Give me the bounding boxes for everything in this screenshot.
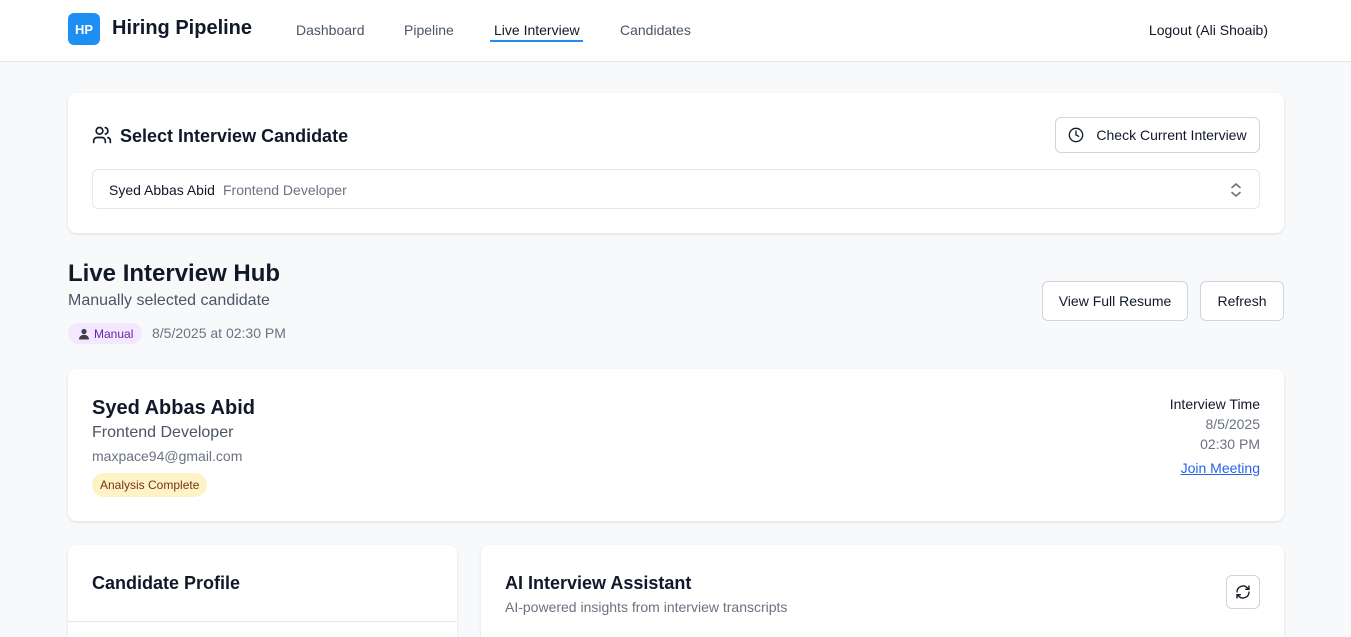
person-icon [79,328,89,339]
manual-badge-label: Manual [94,326,134,341]
app-title[interactable]: Hiring Pipeline [112,17,252,40]
candidate-info-card: Syed Abbas Abid Frontend Developer maxpa… [68,369,1284,521]
join-meeting-link[interactable]: Join Meeting [1181,460,1260,476]
ai-assistant-subtitle: AI-powered insights from interview trans… [505,599,788,615]
candidate-name: Syed Abbas Abid [92,397,255,419]
interview-date: 8/5/2025 [1205,416,1261,432]
clock-icon [1069,127,1084,143]
select-candidate-title: Select Interview Candidate [120,126,349,146]
selected-candidate-name: Syed Abbas Abid [109,182,215,198]
ai-assistant-card: AI Interview Assistant AI-powered insigh… [481,545,1284,637]
refresh-icon [1236,585,1250,599]
check-current-interview-label: Check Current Interview [1096,127,1247,143]
divider [68,621,457,622]
nav-dashboard[interactable]: Dashboard [296,22,365,38]
selected-candidate-role: Frontend Developer [223,182,347,198]
candidate-email: maxpace94@gmail.com [92,448,243,464]
nav-live-interview[interactable]: Live Interview [494,22,580,38]
nav-candidates[interactable]: Candidates [620,22,691,38]
nav-pipeline[interactable]: Pipeline [404,22,454,38]
hub-subtitle: Manually selected candidate [68,292,270,309]
active-nav-indicator [490,40,583,42]
logout-button[interactable]: Logout (Ali Shoaib) [1149,22,1268,38]
candidate-select-dropdown[interactable]: Syed Abbas Abid Frontend Developer [92,169,1260,209]
ai-assistant-title: AI Interview Assistant [505,573,692,593]
analysis-status-badge: Analysis Complete [92,473,208,497]
candidate-role: Frontend Developer [92,424,234,441]
candidate-profile-card: Candidate Profile [68,545,457,637]
hub-timestamp: 8/5/2025 at 02:30 PM [152,325,286,341]
interview-time-label: Interview Time [1169,396,1260,412]
top-navbar: HP Hiring Pipeline Dashboard Pipeline Li… [0,0,1351,62]
interview-time: 02:30 PM [1200,436,1260,452]
select-candidate-card: Select Interview Candidate Check Current… [68,93,1284,233]
view-full-resume-button[interactable]: View Full Resume [1042,281,1188,321]
app-logo[interactable]: HP [68,13,100,45]
refresh-button[interactable]: Refresh [1200,281,1284,321]
users-icon [92,126,112,144]
ai-refresh-button[interactable] [1226,575,1260,609]
check-current-interview-button[interactable]: Check Current Interview [1055,117,1260,153]
candidate-profile-title: Candidate Profile [92,573,241,593]
hub-title: Live Interview Hub [68,260,281,287]
chevrons-up-down-icon [1231,183,1241,197]
manual-badge: Manual [68,323,143,344]
